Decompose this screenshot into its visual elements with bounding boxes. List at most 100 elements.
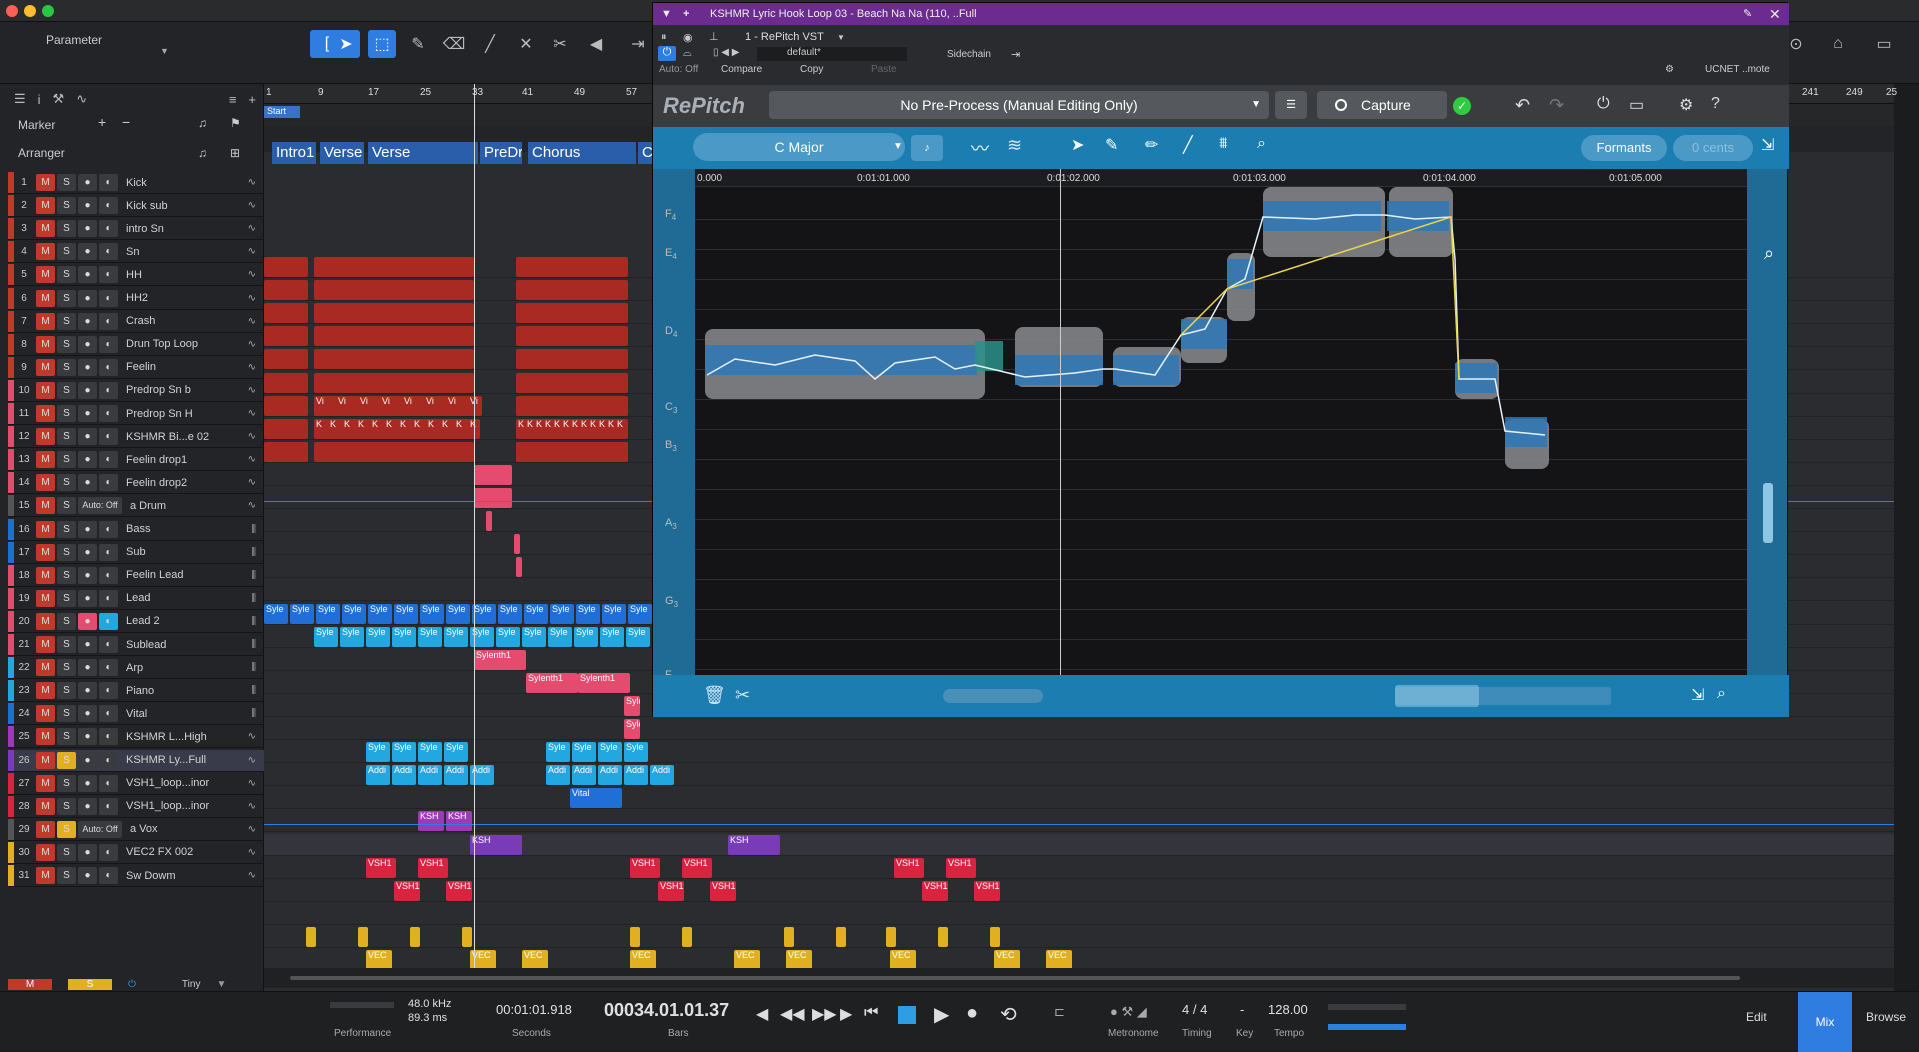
record-arm-button[interactable]: ●: [78, 197, 97, 215]
start-marker[interactable]: Start: [264, 106, 300, 118]
clip[interactable]: Syle: [290, 603, 314, 624]
clip[interactable]: Syle: [628, 603, 652, 624]
mute-button[interactable]: M: [36, 174, 55, 191]
eraser-tool-icon[interactable]: ⌫: [440, 30, 468, 58]
record-arm-button[interactable]: ●: [78, 451, 97, 469]
track-name[interactable]: Drun Top Loop: [126, 338, 226, 350]
track-name[interactable]: Lead 2: [126, 615, 226, 627]
clip[interactable]: Vi: [468, 395, 482, 416]
record-arm-button[interactable]: ●: [78, 243, 97, 261]
monitor-button[interactable]: ◐: [99, 566, 118, 584]
wrench-icon[interactable]: ⚒: [53, 91, 65, 107]
solo-button[interactable]: S: [57, 174, 76, 191]
record-arm-button[interactable]: ●: [78, 682, 97, 700]
track-row[interactable]: 27 M S ● ◐ VSH1_loop...inor ∿: [8, 772, 264, 795]
monitor-button[interactable]: ◐: [99, 612, 118, 630]
clip[interactable]: K: [588, 418, 596, 439]
metronome-icon[interactable]: ● ⚒ ◢: [1110, 1004, 1147, 1020]
track-row[interactable]: 15 M S Auto: Off a Drum ∿: [8, 495, 264, 518]
monitor-button[interactable]: ◐: [99, 705, 118, 723]
monitor-button[interactable]: ◐: [99, 843, 118, 861]
track-row[interactable]: 25 M S ● ◐ KSHMR L...High ∿: [8, 726, 264, 749]
mute-button[interactable]: M: [36, 774, 55, 792]
power-icon[interactable]: ⏻: [1597, 95, 1610, 113]
trash-icon[interactable]: 🗑: [703, 685, 726, 706]
solo-button[interactable]: S: [57, 705, 76, 723]
clip[interactable]: Addi: [392, 765, 416, 786]
clip[interactable]: [516, 326, 628, 347]
pin-icon[interactable]: ✎: [1743, 3, 1752, 25]
minimize-window-button[interactable]: [24, 5, 36, 17]
track-name[interactable]: Piano: [126, 685, 226, 697]
record-arm-button[interactable]: ●: [78, 174, 97, 191]
mute-button[interactable]: M: [36, 612, 55, 630]
monitor-button[interactable]: ◐: [99, 520, 118, 538]
solo-button[interactable]: S: [57, 751, 76, 769]
clip[interactable]: Syle: [626, 626, 650, 647]
preset-nav-icon[interactable]: ▯ ◀ ▶: [713, 47, 739, 58]
track-row[interactable]: 5 M S ● ◐ HH ∿: [8, 264, 264, 287]
capture-button[interactable]: Capture: [1317, 91, 1447, 119]
browse-view-button[interactable]: Browse: [1866, 1010, 1906, 1024]
track-lane[interactable]: [264, 856, 1894, 879]
clip[interactable]: [514, 534, 520, 555]
track-name[interactable]: Predrop Sn H: [126, 408, 226, 420]
compare-icon[interactable]: ⌓: [683, 47, 692, 60]
clip[interactable]: [516, 349, 628, 370]
record-arm-button[interactable]: ●: [78, 520, 97, 538]
track-row[interactable]: 30 M S ● ◐ VEC2 FX 002 ∿: [8, 841, 264, 864]
track-name[interactable]: HH: [126, 269, 226, 281]
arranger-section[interactable]: Verse: [320, 142, 364, 164]
track-row[interactable]: 18 M S ● ◐ Feelin Lead ⫼: [8, 564, 264, 587]
clip[interactable]: Syle: [420, 603, 444, 624]
fast-forward-icon[interactable]: ▶▶: [812, 1004, 837, 1024]
chevron-down-icon[interactable]: ▼: [216, 979, 226, 990]
monitor-button[interactable]: ◐: [99, 174, 118, 191]
monitor-button[interactable]: ◐: [99, 428, 118, 446]
track-lane[interactable]: [264, 741, 1894, 764]
pitch-note-blob[interactable]: [1015, 355, 1103, 385]
solo-button[interactable]: S: [57, 358, 76, 376]
gear-icon[interactable]: ⚙: [1679, 95, 1693, 115]
record-arm-button[interactable]: ●: [78, 335, 97, 353]
monitor-button[interactable]: ◐: [99, 682, 118, 700]
solo-button[interactable]: S: [57, 589, 76, 607]
solo-button[interactable]: S: [57, 728, 76, 746]
clip[interactable]: Syle: [522, 626, 546, 647]
scroll-tool-icon[interactable]: ⇲: [1761, 135, 1774, 155]
clip[interactable]: Syle: [524, 603, 548, 624]
automation-icon[interactable]: ∿: [76, 91, 87, 107]
mute-button[interactable]: M: [36, 797, 55, 815]
pitch-tool-icon[interactable]: ✎: [1105, 135, 1118, 155]
clip[interactable]: [516, 257, 628, 277]
clip[interactable]: [314, 441, 474, 462]
clip[interactable]: Vi: [358, 395, 372, 416]
record-arm-button[interactable]: ●: [78, 289, 97, 307]
clip[interactable]: K: [597, 418, 605, 439]
track-name[interactable]: VSH1_loop...inor: [126, 800, 226, 812]
solo-button[interactable]: S: [57, 659, 76, 677]
arranger-section[interactable]: PreDr: [480, 142, 522, 164]
solo-button[interactable]: S: [57, 243, 76, 261]
select-tool-icon[interactable]: ⬚: [368, 30, 396, 58]
clip[interactable]: VSH1: [894, 857, 924, 878]
clip[interactable]: Syle: [444, 742, 468, 763]
pencil-tool-icon[interactable]: ✎: [404, 30, 432, 58]
solo-button[interactable]: S: [57, 774, 76, 792]
clip[interactable]: VEC: [734, 950, 760, 970]
record-arm-button[interactable]: ●: [78, 312, 97, 330]
track-name[interactable]: Feelin drop2: [126, 477, 226, 489]
clip[interactable]: Syle: [624, 742, 648, 763]
track-name[interactable]: Kick sub: [126, 200, 226, 212]
clip[interactable]: Addi: [650, 765, 674, 786]
close-icon[interactable]: ✕: [1769, 3, 1781, 25]
clip[interactable]: [264, 372, 308, 393]
mute-button[interactable]: M: [36, 474, 55, 492]
global-mute-button[interactable]: M: [8, 978, 52, 990]
arranger-section[interactable]: Verse: [368, 142, 478, 164]
clip[interactable]: KSH: [418, 811, 444, 832]
maximize-window-button[interactable]: [42, 5, 54, 17]
arranger-section[interactable]: Intro1: [272, 142, 316, 164]
monitor-button[interactable]: ◐: [99, 543, 118, 561]
record-arm-button[interactable]: ●: [78, 659, 97, 677]
